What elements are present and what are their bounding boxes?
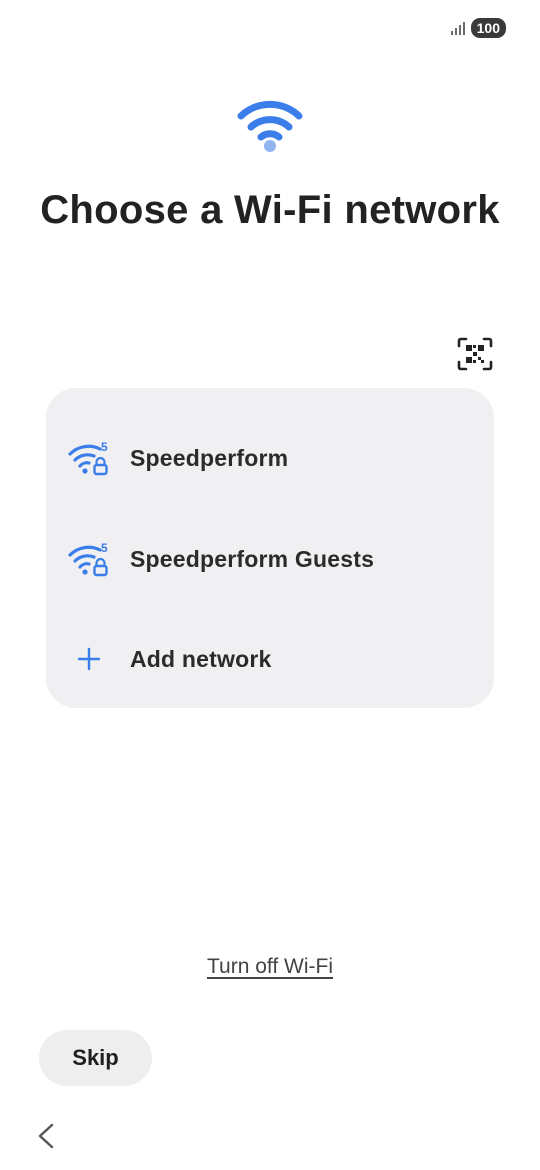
status-bar: 100 [450,18,506,38]
wifi-5ghz-locked-icon: 5 [68,440,108,476]
network-name: Speedperform Guests [130,545,375,572]
wifi-5ghz-locked-icon: 5 [68,541,108,577]
band-label: 5 [101,541,108,555]
qr-code-scan-icon[interactable] [456,336,494,372]
wifi-setup-screen: 100 Choose a Wi-Fi network 5 Speedperfor… [0,0,540,1170]
network-list: 5 Speedperform 5 Speedperform Guests Add… [46,388,494,708]
skip-button[interactable]: Skip [39,1030,152,1086]
turn-off-wifi-link[interactable]: Turn off Wi-Fi [0,955,540,979]
add-network-label: Add network [130,645,272,672]
add-network-button[interactable]: Add network [46,609,494,709]
wifi-icon [237,100,303,152]
band-label: 5 [101,440,108,454]
cellular-signal-icon [450,21,465,35]
network-item-speedperform-guests[interactable]: 5 Speedperform Guests [46,509,494,609]
plus-icon [77,647,101,671]
network-name: Speedperform [130,444,289,471]
chevron-left-icon[interactable] [34,1122,58,1150]
battery-level: 100 [470,18,506,38]
page-title: Choose a Wi-Fi network [40,188,500,232]
network-item-speedperform[interactable]: 5 Speedperform [46,408,494,508]
